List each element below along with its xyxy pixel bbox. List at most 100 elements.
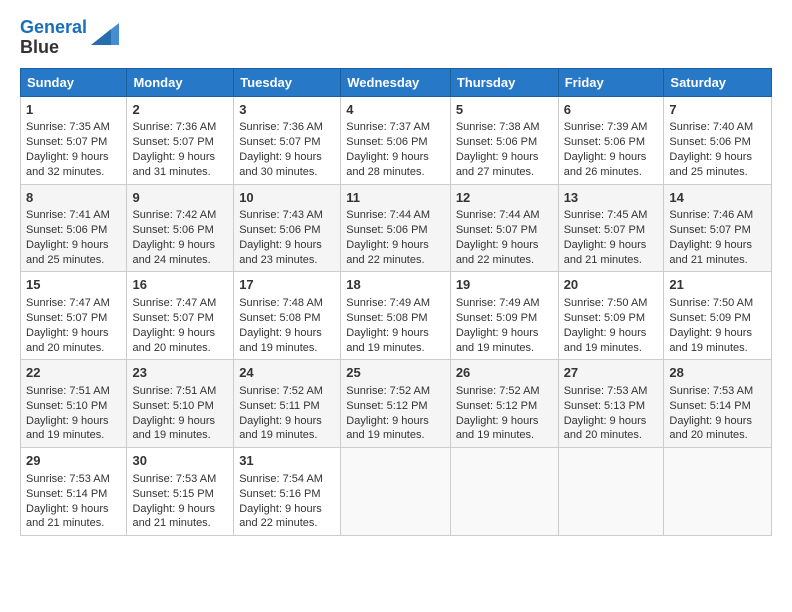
cell-text: Daylight: 9 hours [26, 238, 121, 253]
cell-text: Sunset: 5:06 PM [456, 135, 553, 150]
calendar-cell: 14Sunrise: 7:46 AMSunset: 5:07 PMDayligh… [664, 184, 772, 272]
col-header-sunday: Sunday [21, 68, 127, 96]
calendar-cell: 27Sunrise: 7:53 AMSunset: 5:13 PMDayligh… [558, 360, 664, 448]
calendar-cell: 19Sunrise: 7:49 AMSunset: 5:09 PMDayligh… [450, 272, 558, 360]
day-number: 19 [456, 276, 553, 294]
day-number: 3 [239, 101, 335, 119]
cell-text: Daylight: 9 hours [564, 150, 659, 165]
cell-text: Sunrise: 7:49 AM [346, 296, 445, 311]
calendar-cell: 31Sunrise: 7:54 AMSunset: 5:16 PMDayligh… [234, 448, 341, 536]
cell-text: Daylight: 9 hours [669, 414, 766, 429]
cell-text: Sunset: 5:11 PM [239, 399, 335, 414]
cell-text: Sunset: 5:15 PM [132, 487, 228, 502]
calendar-cell [450, 448, 558, 536]
day-number: 14 [669, 189, 766, 207]
cell-text: Sunset: 5:06 PM [346, 223, 445, 238]
header: GeneralBlue [20, 18, 772, 58]
cell-text: Sunrise: 7:47 AM [26, 296, 121, 311]
day-number: 11 [346, 189, 445, 207]
cell-text: Sunset: 5:16 PM [239, 487, 335, 502]
cell-text: Sunrise: 7:53 AM [669, 384, 766, 399]
day-number: 12 [456, 189, 553, 207]
cell-text: Sunset: 5:06 PM [26, 223, 121, 238]
cell-text: Daylight: 9 hours [564, 238, 659, 253]
cell-text: and 19 minutes. [26, 428, 121, 443]
cell-text: and 24 minutes. [132, 253, 228, 268]
cell-text: Sunrise: 7:40 AM [669, 120, 766, 135]
cell-text: and 22 minutes. [346, 253, 445, 268]
logo-text: GeneralBlue [20, 18, 87, 58]
cell-text: Sunrise: 7:50 AM [669, 296, 766, 311]
day-number: 25 [346, 364, 445, 382]
cell-text: and 20 minutes. [564, 428, 659, 443]
cell-text: Sunset: 5:13 PM [564, 399, 659, 414]
cell-text: Sunset: 5:10 PM [26, 399, 121, 414]
cell-text: Sunrise: 7:52 AM [456, 384, 553, 399]
cell-text: Sunrise: 7:47 AM [132, 296, 228, 311]
calendar-cell: 2Sunrise: 7:36 AMSunset: 5:07 PMDaylight… [127, 96, 234, 184]
cell-text: Daylight: 9 hours [669, 326, 766, 341]
cell-text: Daylight: 9 hours [346, 150, 445, 165]
cell-text: Sunset: 5:06 PM [346, 135, 445, 150]
day-number: 26 [456, 364, 553, 382]
cell-text: Daylight: 9 hours [456, 238, 553, 253]
cell-text: Sunrise: 7:46 AM [669, 208, 766, 223]
cell-text: and 19 minutes. [239, 428, 335, 443]
cell-text: Daylight: 9 hours [346, 238, 445, 253]
cell-text: Sunrise: 7:41 AM [26, 208, 121, 223]
cell-text: Sunset: 5:12 PM [456, 399, 553, 414]
cell-text: Sunrise: 7:36 AM [239, 120, 335, 135]
calendar-cell [341, 448, 451, 536]
day-number: 30 [132, 452, 228, 470]
cell-text: Daylight: 9 hours [346, 326, 445, 341]
cell-text: and 19 minutes. [346, 428, 445, 443]
calendar-cell: 7Sunrise: 7:40 AMSunset: 5:06 PMDaylight… [664, 96, 772, 184]
cell-text: Sunrise: 7:50 AM [564, 296, 659, 311]
cell-text: and 20 minutes. [132, 341, 228, 356]
calendar-cell: 22Sunrise: 7:51 AMSunset: 5:10 PMDayligh… [21, 360, 127, 448]
cell-text: Sunset: 5:07 PM [456, 223, 553, 238]
calendar-cell: 13Sunrise: 7:45 AMSunset: 5:07 PMDayligh… [558, 184, 664, 272]
cell-text: and 19 minutes. [239, 341, 335, 356]
calendar-cell: 25Sunrise: 7:52 AMSunset: 5:12 PMDayligh… [341, 360, 451, 448]
calendar-cell: 6Sunrise: 7:39 AMSunset: 5:06 PMDaylight… [558, 96, 664, 184]
cell-text: Daylight: 9 hours [132, 502, 228, 517]
cell-text: and 23 minutes. [239, 253, 335, 268]
cell-text: and 21 minutes. [26, 516, 121, 531]
cell-text: Sunset: 5:07 PM [669, 223, 766, 238]
cell-text: Sunset: 5:09 PM [564, 311, 659, 326]
cell-text: Sunrise: 7:39 AM [564, 120, 659, 135]
cell-text: and 20 minutes. [26, 341, 121, 356]
day-number: 7 [669, 101, 766, 119]
calendar-cell: 15Sunrise: 7:47 AMSunset: 5:07 PMDayligh… [21, 272, 127, 360]
day-number: 29 [26, 452, 121, 470]
calendar-cell: 8Sunrise: 7:41 AMSunset: 5:06 PMDaylight… [21, 184, 127, 272]
cell-text: Daylight: 9 hours [239, 150, 335, 165]
day-number: 1 [26, 101, 121, 119]
col-header-friday: Friday [558, 68, 664, 96]
cell-text: and 21 minutes. [132, 516, 228, 531]
cell-text: and 22 minutes. [456, 253, 553, 268]
cell-text: Sunset: 5:07 PM [239, 135, 335, 150]
calendar-table: SundayMondayTuesdayWednesdayThursdayFrid… [20, 68, 772, 537]
cell-text: Sunset: 5:08 PM [239, 311, 335, 326]
cell-text: Daylight: 9 hours [669, 150, 766, 165]
day-number: 6 [564, 101, 659, 119]
day-number: 13 [564, 189, 659, 207]
cell-text: Daylight: 9 hours [456, 414, 553, 429]
page: GeneralBlue SundayMondayTuesdayWednesday… [0, 0, 792, 546]
calendar-cell: 26 Sunrise: 7:52 AMSunset: 5:12 PMDayligh… [450, 360, 558, 448]
day-number: 22 [26, 364, 121, 382]
col-header-saturday: Saturday [664, 68, 772, 96]
day-number: 9 [132, 189, 228, 207]
cell-text: Sunrise: 7:52 AM [239, 384, 335, 399]
day-number: 15 [26, 276, 121, 294]
cell-text: Daylight: 9 hours [564, 414, 659, 429]
cell-text: Sunrise: 7:45 AM [564, 208, 659, 223]
calendar-cell: 20Sunrise: 7:50 AMSunset: 5:09 PMDayligh… [558, 272, 664, 360]
day-number: 23 [132, 364, 228, 382]
cell-text: Sunset: 5:10 PM [132, 399, 228, 414]
cell-text: and 21 minutes. [564, 253, 659, 268]
calendar-cell: 3Sunrise: 7:36 AMSunset: 5:07 PMDaylight… [234, 96, 341, 184]
cell-text: Sunset: 5:14 PM [26, 487, 121, 502]
